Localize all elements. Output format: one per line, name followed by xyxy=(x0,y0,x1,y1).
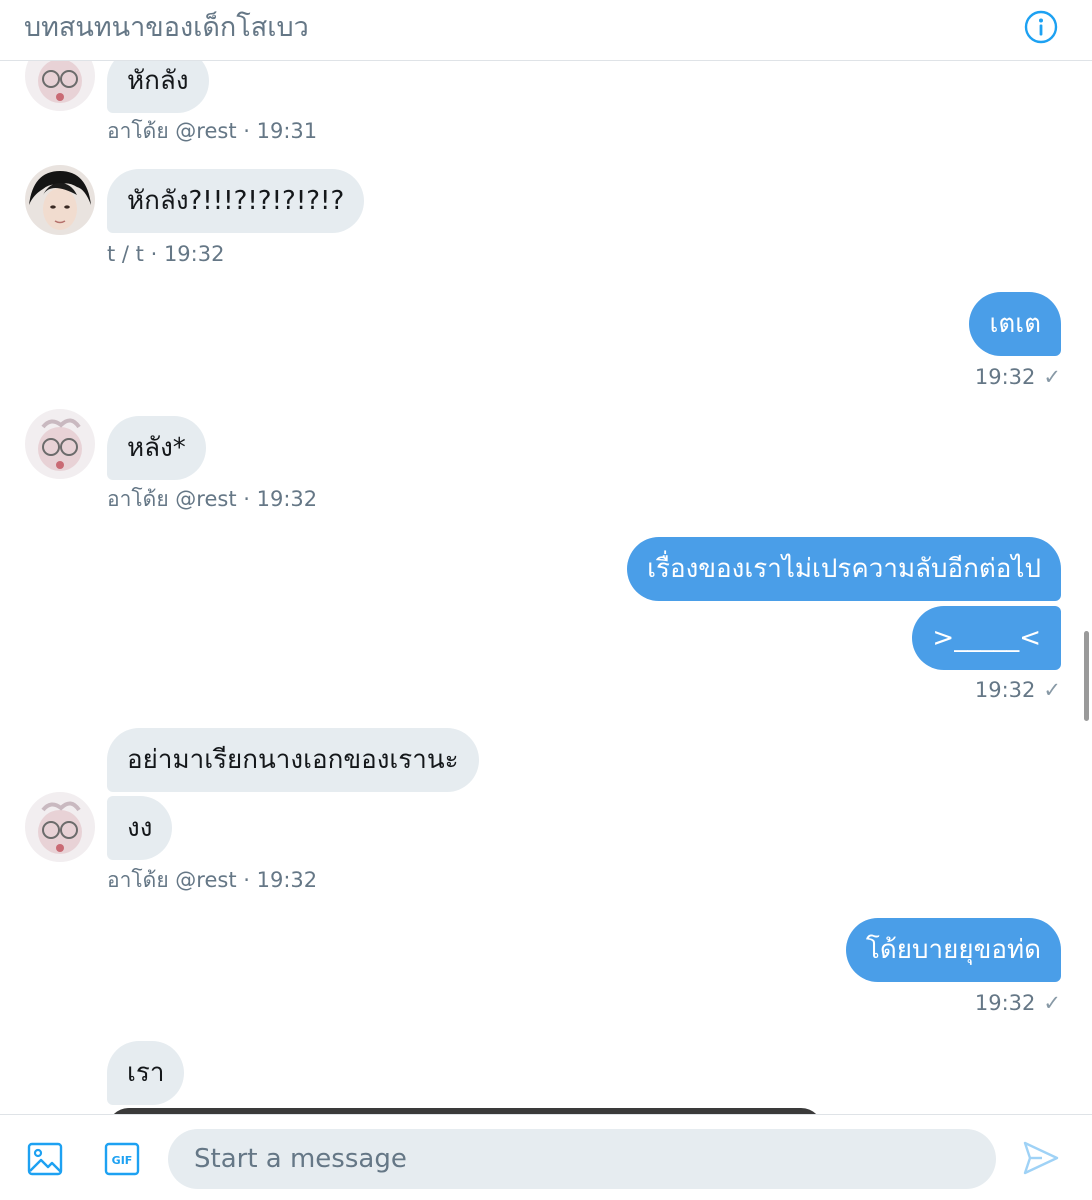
sender-name: อาโด้ย @rest xyxy=(107,868,237,892)
message-input[interactable] xyxy=(168,1129,996,1189)
message-time: · 19:32 xyxy=(150,242,225,266)
message-time: · 19:31 xyxy=(243,119,318,143)
message-meta: 19:32 ✓ xyxy=(975,363,1061,391)
sent-check-icon: ✓ xyxy=(1043,991,1061,1015)
message-list[interactable]: หักลัง อาโด้ย @rest · 19:31 หักลัง?!!!?!… xyxy=(0,61,1092,1114)
message-time: 19:32 xyxy=(974,678,1036,702)
message-bubble[interactable]: อย่ามาเรียกนางเอกของเรานะ xyxy=(107,728,479,792)
message-bubble[interactable]: หักลัง xyxy=(107,61,209,113)
message-bubble-outgoing[interactable]: เตเต xyxy=(969,292,1061,356)
avatar-rest[interactable] xyxy=(25,409,95,479)
message-composer: GIF xyxy=(0,1114,1092,1200)
scrollbar[interactable] xyxy=(1084,631,1089,721)
message-bubble-outgoing[interactable]: โด้ยบายยุขอท่ด xyxy=(845,918,1061,982)
message-bubble[interactable]: หลัง* xyxy=(107,416,206,480)
message-meta: 19:32 ✓ xyxy=(975,676,1061,704)
message-meta: t / t · 19:32 xyxy=(107,240,224,268)
message-time: 19:32 xyxy=(974,365,1036,389)
avatar-tt[interactable] xyxy=(25,165,95,235)
message-bubble[interactable]: งง xyxy=(107,796,173,860)
message-meta: อาโด้ย @rest · 19:31 xyxy=(107,117,317,145)
message-meta: 19:32 ✓ xyxy=(975,989,1061,1017)
avatar-rest[interactable] xyxy=(25,792,95,862)
message-time: 19:32 xyxy=(974,991,1036,1015)
message-bubble[interactable]: เรา xyxy=(107,1041,185,1105)
message-bubble-outgoing[interactable]: >_____< xyxy=(912,606,1061,670)
conversation-header: บทสนทนาของเด็กโสเบว xyxy=(0,0,1092,61)
gif-icon[interactable]: GIF xyxy=(104,1141,140,1177)
message-bubble-outgoing[interactable]: เรื่องของเราไม่เปรความลับอีกต่อไป xyxy=(627,537,1061,601)
dm-conversation-window: บทสนทนาของเด็กโสเบว หักลัง อาโด้ย @rest … xyxy=(0,0,1092,1200)
avatar-rest[interactable] xyxy=(25,61,95,111)
message-time: · 19:32 xyxy=(243,868,318,892)
conversation-title: บทสนทนาของเด็กโสเบว xyxy=(24,12,309,43)
message-meta: อาโด้ย @rest · 19:32 xyxy=(107,866,317,894)
sender-name: อาโด้ย @rest xyxy=(107,487,237,511)
gif-label: GIF xyxy=(112,1154,133,1167)
sender-name: อาโด้ย @rest xyxy=(107,119,237,143)
message-time: · 19:32 xyxy=(243,487,318,511)
send-icon[interactable] xyxy=(1022,1139,1060,1177)
info-icon[interactable] xyxy=(1024,10,1058,44)
message-meta: อาโด้ย @rest · 19:32 xyxy=(107,485,317,513)
sent-check-icon: ✓ xyxy=(1043,365,1061,389)
sender-name: t / t xyxy=(107,242,144,266)
sent-check-icon: ✓ xyxy=(1043,678,1061,702)
message-bubble[interactable]: หักลัง?!!!?!?!?!?!? xyxy=(107,169,365,233)
image-icon[interactable] xyxy=(27,1141,63,1177)
